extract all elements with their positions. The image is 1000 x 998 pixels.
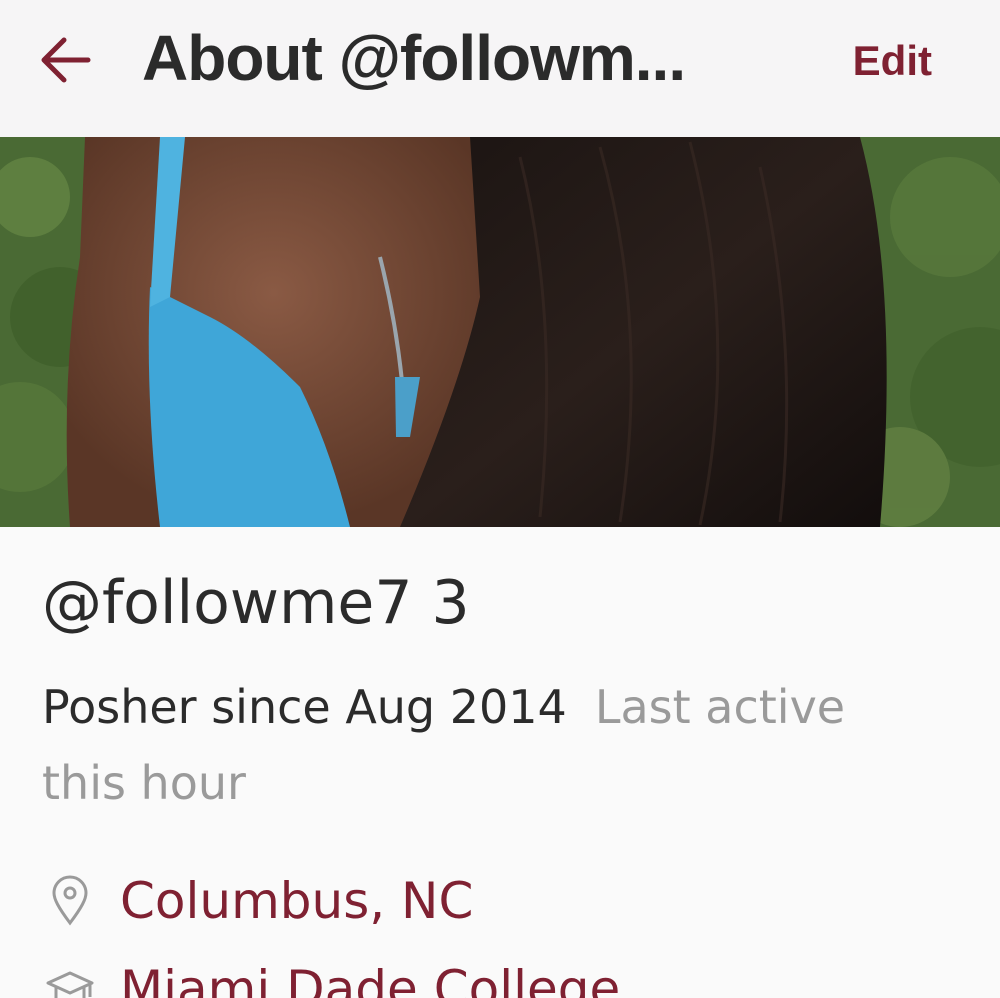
- map-pin-icon: [42, 873, 98, 929]
- profile-details: @followme7 3 Posher since Aug 2014 Last a…: [0, 527, 1000, 998]
- back-button[interactable]: [40, 36, 92, 84]
- graduation-cap-icon: [42, 961, 98, 998]
- posher-since: Posher since Aug 2014: [42, 680, 567, 734]
- location-link[interactable]: Columbus, NC: [120, 871, 473, 931]
- school-row[interactable]: Miami Dade College: [42, 959, 620, 998]
- membership-info: Posher since Aug 2014 Last active this ho…: [42, 669, 942, 821]
- username: @followme7 3: [42, 568, 470, 638]
- page-title: About @followm...: [142, 22, 686, 94]
- arrow-left-icon: [41, 37, 91, 83]
- edit-button[interactable]: Edit: [853, 36, 932, 86]
- cover-photo-image: [0, 137, 1000, 527]
- location-row[interactable]: Columbus, NC: [42, 871, 473, 931]
- school-link[interactable]: Miami Dade College: [120, 959, 620, 998]
- app-bar: About @followm... Edit: [0, 0, 1000, 137]
- cover-photo: [0, 137, 1000, 527]
